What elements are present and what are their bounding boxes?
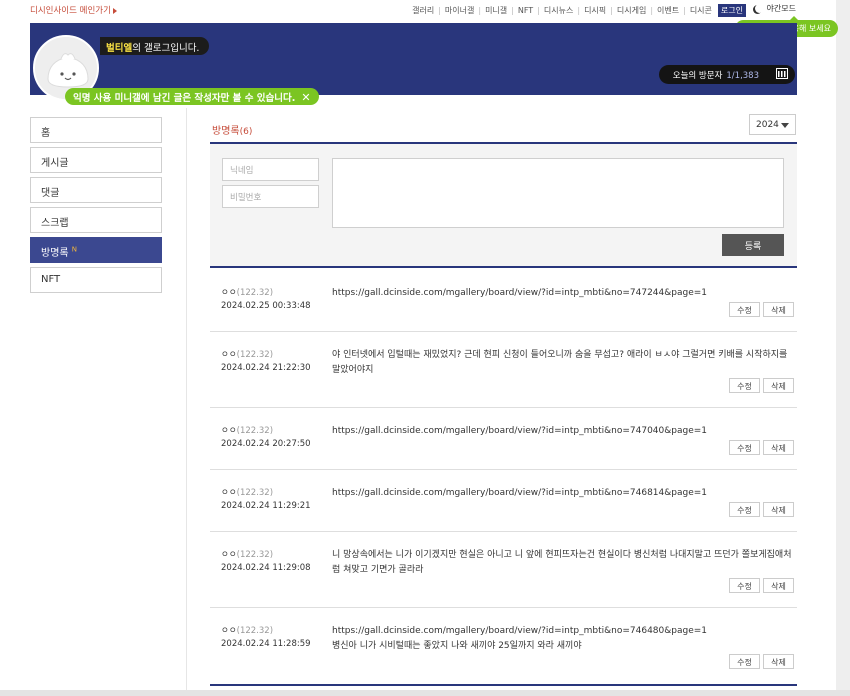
edit-button[interactable]: 수정 [729, 378, 760, 393]
login-button[interactable]: 로그인 [717, 4, 746, 17]
guestbook-entry: ㅇㅇ(122.32) 2024.02.24 20:27:50 https://g… [210, 408, 797, 470]
password-input[interactable]: 비밀번호 [222, 185, 319, 208]
delete-button[interactable]: 삭제 [763, 378, 794, 393]
chevron-down-icon [781, 123, 789, 128]
guestbook-entry: ㅇㅇ(122.32) 2024.02.24 11:28:59 https://g… [210, 608, 797, 684]
owner-title: 벌티엘의 갤로그입니다. [100, 37, 210, 55]
scrollbar-track[interactable] [836, 0, 850, 696]
delete-button[interactable]: 삭제 [763, 578, 794, 593]
entry-date: 2024.02.24 21:22:30 [221, 363, 311, 373]
entry-message: https://gall.dcinside.com/mgallery/board… [332, 626, 708, 651]
entry-message: https://gall.dcinside.com/mgallery/board… [332, 288, 708, 298]
bottom-strip [0, 690, 850, 696]
sidebar-item-comments[interactable]: 댓글 [30, 177, 162, 203]
divider [186, 108, 187, 690]
entry-message: https://gall.dcinside.com/mgallery/board… [332, 488, 708, 498]
sidebar-item-guestbook[interactable]: 방명록 N [30, 237, 162, 263]
entry-date: 2024.02.24 11:29:21 [221, 501, 311, 511]
sidebar-item-home[interactable]: 홈 [30, 117, 162, 143]
sidebar-item-posts[interactable]: 게시글 [30, 147, 162, 173]
night-mode-toggle[interactable]: 야간모드 [752, 3, 796, 14]
edit-button[interactable]: 수정 [729, 654, 760, 669]
guestbook-entry: ㅇㅇ(122.32) 2024.02.25 00:33:48 https://g… [210, 270, 797, 332]
entry-message: 야 인터넷에서 입털때는 재밌었지? 근데 현피 신청이 들어오니까 숨을 무섭… [332, 350, 788, 375]
gnb-item[interactable]: 디시콘 [690, 5, 712, 16]
guestbook-write-form: 닉네임 비밀번호 등록 [210, 142, 797, 268]
message-textarea[interactable] [332, 158, 784, 228]
sidebar-item-nft[interactable]: NFT [30, 267, 162, 293]
visitor-counter: 오늘의 방문자 1/1,383 [658, 65, 795, 84]
gnb-item[interactable]: 미니갤 [485, 5, 507, 16]
gallog-banner [30, 23, 797, 95]
entry-date: 2024.02.25 00:33:48 [221, 301, 311, 311]
gnb-item[interactable]: 이벤트 [657, 5, 679, 16]
divider [210, 684, 797, 686]
entry-date: 2024.02.24 11:29:08 [221, 563, 311, 573]
entry-author: ㅇㅇ(122.32) [221, 426, 274, 436]
sidebar-menu: 홈 게시글 댓글 스크랩 방명록 N NFT [30, 117, 162, 297]
entry-author: ㅇㅇ(122.32) [221, 550, 274, 560]
gnb-item[interactable]: NFT [518, 6, 533, 15]
year-select[interactable]: 2024 [749, 114, 796, 135]
entry-date: 2024.02.24 11:28:59 [221, 639, 311, 649]
calendar-icon[interactable] [776, 68, 788, 79]
anonymous-notice: 익명 사용 미니갤에 남긴 글은 작성자만 볼 수 있습니다. ✕ [65, 88, 319, 105]
entry-author: ㅇㅇ(122.32) [221, 350, 274, 360]
delete-button[interactable]: 삭제 [763, 440, 794, 455]
submit-button[interactable]: 등록 [722, 234, 784, 256]
sidebar-item-scrap[interactable]: 스크랩 [30, 207, 162, 233]
delete-button[interactable]: 삭제 [763, 302, 794, 317]
entry-date: 2024.02.24 20:27:50 [221, 439, 311, 449]
guestbook-entry: ㅇㅇ(122.32) 2024.02.24 11:29:08 니 망상속에서는 … [210, 532, 797, 608]
main-site-link[interactable]: 디시인사이드 메인가기 [30, 4, 117, 16]
gnb-item[interactable]: 디시게임 [617, 5, 646, 16]
new-badge: N [71, 245, 78, 254]
delete-button[interactable]: 삭제 [763, 502, 794, 517]
moon-icon [755, 4, 764, 13]
close-icon[interactable]: ✕ [301, 91, 310, 104]
edit-button[interactable]: 수정 [729, 302, 760, 317]
gnb-item[interactable]: 디시뉴스 [544, 5, 573, 16]
nickname-input[interactable]: 닉네임 [222, 158, 319, 181]
edit-button[interactable]: 수정 [729, 440, 760, 455]
gnb-item[interactable]: 갤러리 [412, 5, 434, 16]
global-nav: 갤러리 | 마이너갤 | 미니갤 | NFT | 디시뉴스 | 디시픽 | 디시게임 | 이벤… [412, 4, 746, 17]
entry-author: ㅇㅇ(122.32) [221, 488, 274, 498]
gnb-item[interactable]: 디시픽 [584, 5, 606, 16]
entry-message: https://gall.dcinside.com/mgallery/board… [332, 426, 708, 436]
page-title: 방명록(6) [212, 126, 253, 137]
entry-author: ㅇㅇ(122.32) [221, 626, 274, 636]
gnb-item[interactable]: 마이너갤 [445, 5, 474, 16]
guestbook-entry: ㅇㅇ(122.32) 2024.02.24 11:29:21 https://g… [210, 470, 797, 532]
delete-button[interactable]: 삭제 [763, 654, 794, 669]
edit-button[interactable]: 수정 [729, 502, 760, 517]
top-bar: 디시인사이드 메인가기 갤러리 | 마이너갤 | 미니갤 | NFT | 디시뉴스 | 디… [0, 0, 836, 18]
arrow-right-icon [112, 8, 117, 14]
entry-author: ㅇㅇ(122.32) [221, 288, 274, 298]
edit-button[interactable]: 수정 [729, 578, 760, 593]
entry-message: 니 망상속에서는 니가 이기겠지만 현실은 아니고 니 앞에 현피뜨자는건 현실… [332, 550, 792, 575]
guestbook-entry: ㅇㅇ(122.32) 2024.02.24 21:22:30 야 인터넷에서 입… [210, 332, 797, 408]
